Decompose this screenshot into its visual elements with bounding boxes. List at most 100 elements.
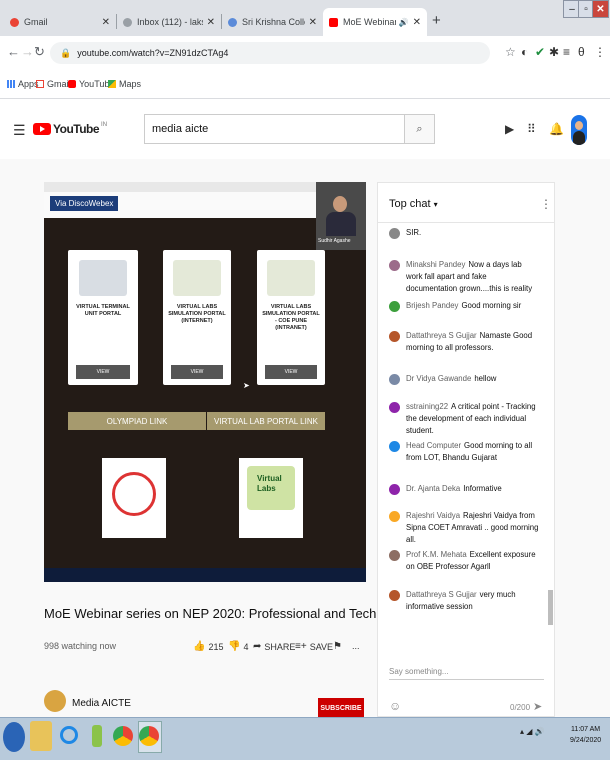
youtube-logo[interactable]: YouTube IN [33,122,107,136]
youtube-play-logo-icon [33,123,51,135]
chat-author-name[interactable]: Dr Vidya Gawande [406,374,471,383]
share-arrow-icon: ➦ [253,641,262,652]
chat-author-name[interactable]: sstraining22 [406,402,448,411]
subscribe-button[interactable]: SUBSCRIBE [318,698,364,718]
file-explorer-icon[interactable] [30,721,52,751]
chat-author-avatar[interactable] [389,331,400,342]
new-tab-button[interactable]: + [432,12,441,29]
back-arrow-icon[interactable]: ← [7,44,20,59]
chat-message-text: Informative [463,484,502,493]
chat-message: Head Computer Good morning to all from LO… [389,440,539,464]
view-button: VIEW [76,365,130,379]
chat-author-name[interactable]: Minakshi Pandey [406,260,465,269]
close-window-button[interactable]: ✕ [592,0,609,18]
chat-author-avatar[interactable] [389,402,400,413]
close-tab-icon[interactable]: ✕ [98,17,110,28]
profile-icon[interactable]: θ [578,45,585,59]
chrome-active-icon[interactable] [138,721,162,753]
chat-author-avatar[interactable] [389,301,400,312]
chat-author-avatar[interactable] [389,441,400,452]
search-input[interactable]: media aicte [144,114,405,144]
chat-message-text: hellow [474,374,497,383]
send-icon[interactable]: ➤ [533,700,542,713]
more-actions-button[interactable]: ... [352,641,360,651]
chat-message-text: Good morning sir [461,301,522,310]
app-icon[interactable] [86,721,108,751]
extension-check-icon[interactable]: ✔ [535,45,545,59]
chat-input[interactable]: Say something... [389,667,544,676]
chevron-down-icon: ▾ [433,200,438,209]
chat-author-avatar[interactable] [389,511,400,522]
chat-message: Rajeshri Vaidya Rajeshri Vaidya from Sipn… [389,510,539,546]
create-video-icon[interactable]: ▶ [505,122,514,136]
chat-message: SIR. [389,227,539,239]
tab-title: Sri Krishna College of Technology [242,17,305,27]
emoji-icon[interactable]: ☺ [389,699,401,713]
internet-explorer-icon[interactable] [58,721,80,751]
mouse-cursor-icon: ➤ [243,381,250,390]
chat-author-avatar[interactable] [389,260,400,271]
chat-author-name[interactable]: Head Computer [406,441,461,450]
channel-avatar[interactable] [44,690,66,712]
bookmark-gmail[interactable]: Gmail [36,79,71,89]
chat-scrollbar[interactable] [548,590,553,625]
apps-grid-icon[interactable]: ⠿ [527,122,536,136]
report-button[interactable]: ⚑ [333,641,345,652]
olympiad-logo [102,458,166,538]
virtual-lab-portal-link-button: VIRTUAL LAB PORTAL LINK [207,412,325,430]
dislike-button[interactable]: 👎 4 [228,641,248,652]
chat-author-avatar[interactable] [389,374,400,385]
youtube-icon [68,80,76,88]
save-button[interactable]: ≡+ SAVE [295,641,333,652]
tab-inbox[interactable]: Inbox (112) - lakshmi.k@skct.edu ✕ [117,8,221,36]
chat-author-name[interactable]: Dattathreya S Gujjar [406,590,477,599]
taskbar-clock[interactable]: 11:07 AM 9/24/2020 [570,724,601,746]
system-tray[interactable]: ▴ ◢ 🔊 [520,727,545,736]
close-tab-icon[interactable]: ✕ [305,17,317,28]
tab-college[interactable]: Sri Krishna College of Technology ✕ [222,8,323,36]
search-button[interactable]: ⌕ [405,114,435,144]
avatar[interactable] [571,115,587,145]
reading-list-icon[interactable]: ≡ [563,45,570,59]
chat-author-avatar[interactable] [389,590,400,601]
view-button: VIEW [171,365,223,379]
audio-playing-icon[interactable]: 🔊 [399,18,409,27]
portal-card: VIRTUAL TERMINAL UNIT PORTAL VIEW [68,250,138,385]
forward-arrow-icon[interactable]: → [21,44,34,59]
chat-author-name[interactable]: Rajeshri Vaidya [406,511,460,520]
chat-author-avatar[interactable] [389,550,400,561]
browser-menu-icon[interactable]: ⋮ [594,45,606,59]
chat-author-avatar[interactable] [389,484,400,495]
hamburger-menu-icon[interactable]: ☰ [13,122,26,139]
chat-mode-dropdown[interactable]: Top chat ▾ [389,198,438,210]
extensions-puzzle-icon[interactable]: ✱ [549,45,559,59]
bookmark-apps[interactable]: Apps [7,79,39,89]
extension-circle-icon[interactable]: ◐ [521,45,528,59]
tab-gmail[interactable]: Gmail ✕ [4,8,116,36]
bookmark-maps[interactable]: Maps [108,79,141,89]
chrome-icon[interactable] [112,721,134,751]
reload-icon[interactable]: ↻ [34,44,45,60]
channel-name[interactable]: Media AICTE [72,698,131,709]
college-favicon-icon [228,17,237,27]
portal-card: VIRTUAL LABS SIMULATION PORTAL (INTERNET… [163,250,231,385]
video-player[interactable]: Via DiscoWebex Sudhir Agashe VIRTUAL TER… [44,182,366,582]
chat-message: Dr. Ajanta Deka Informative [389,483,539,495]
chat-author-name[interactable]: Dattathreya S Gujjar [406,331,477,340]
maps-icon [108,80,116,88]
tab-youtube-webinar[interactable]: MoE Webinar series on NEP 🔊 ✕ [323,8,427,36]
chat-author-avatar[interactable] [389,228,400,239]
close-tab-icon[interactable]: ✕ [409,17,421,28]
chat-more-icon[interactable]: ⋮ [540,197,552,211]
address-bar[interactable]: 🔒 youtube.com/watch?v=ZN91dzCTAg4 [50,42,490,64]
chat-author-name[interactable]: Brijesh Pandey [406,301,458,310]
like-button[interactable]: 👍 215 [193,641,223,652]
notifications-bell-icon[interactable]: 🔔 [549,122,564,136]
start-button[interactable] [3,722,25,752]
chat-author-name[interactable]: Dr. Ajanta Deka [406,484,460,493]
share-button[interactable]: ➦ SHARE [253,641,295,652]
bookmark-star-icon[interactable]: ☆ [505,45,516,59]
chat-author-name[interactable]: Prof K.M. Mehata [406,550,467,559]
close-tab-icon[interactable]: ✕ [203,17,215,28]
apps-grid-icon [7,80,15,88]
